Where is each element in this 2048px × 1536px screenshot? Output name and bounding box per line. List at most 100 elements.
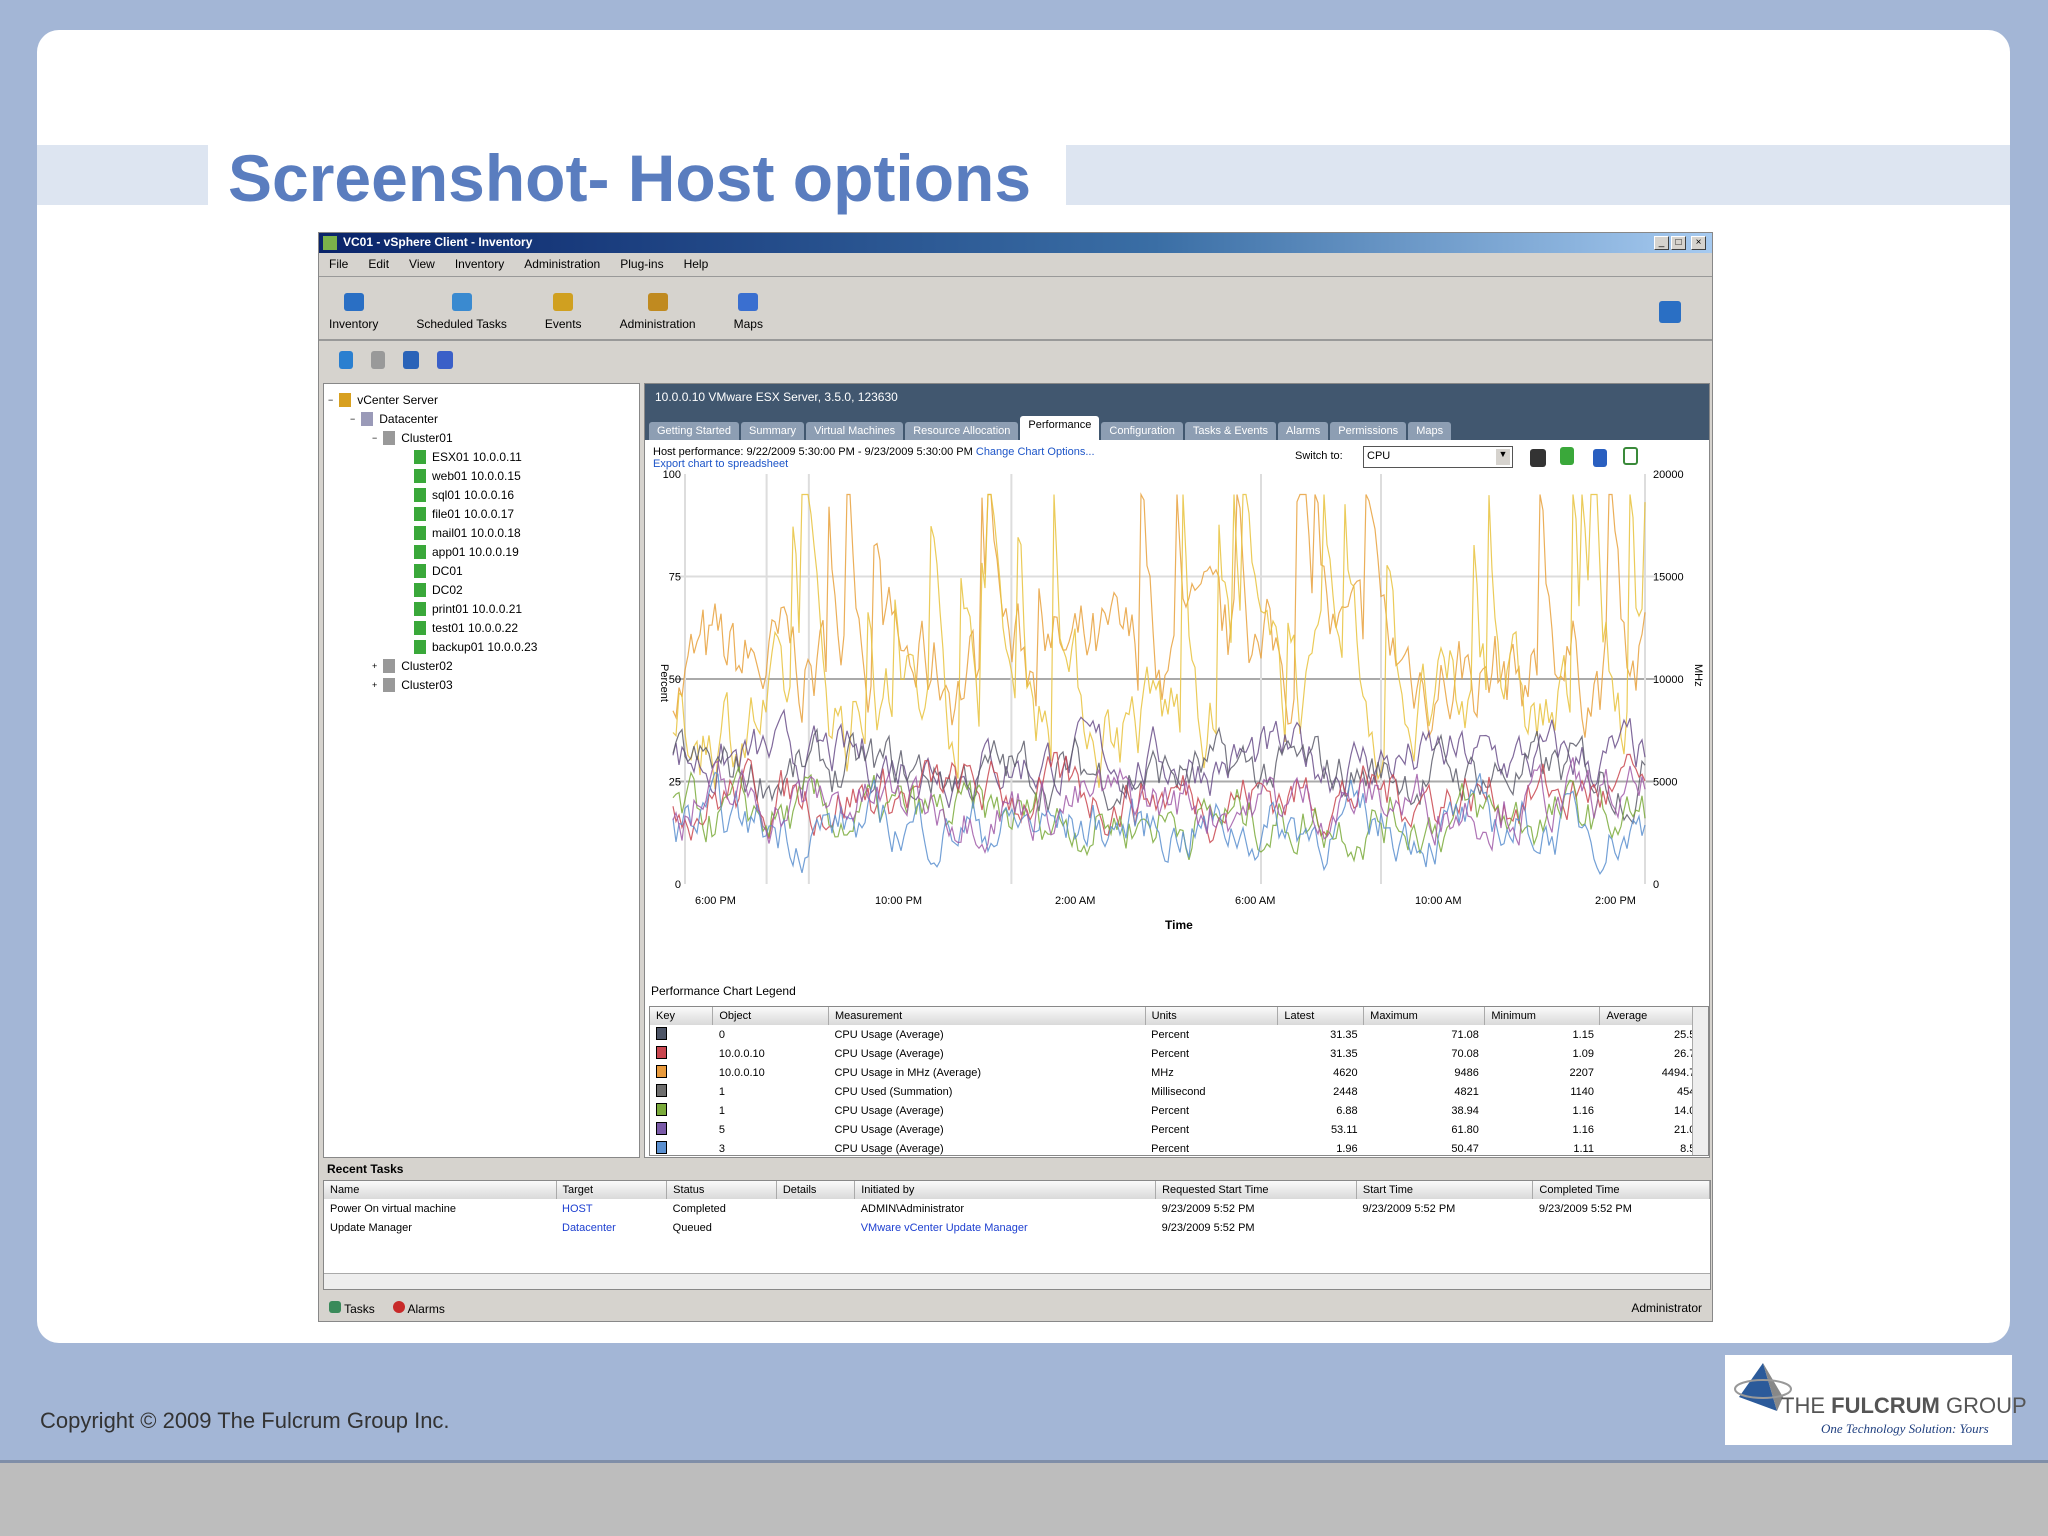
- legend-row[interactable]: 1 CPU Usage (Average) Percent 6.88 38.94 1.16…: [650, 1101, 1708, 1120]
- tab-permissions[interactable]: Permissions: [1330, 422, 1407, 440]
- tab-maps[interactable]: Maps: [1408, 422, 1452, 440]
- alarms-button[interactable]: Alarms: [392, 1301, 445, 1317]
- tree-item[interactable]: − Cluster01: [328, 428, 635, 447]
- tree-item[interactable]: app01 10.0.0.19: [328, 542, 635, 561]
- toolbar-events[interactable]: Events: [545, 293, 582, 331]
- refresh-icon[interactable]: [437, 351, 453, 369]
- toolbar-administration[interactable]: Administration: [620, 293, 696, 331]
- tree-item[interactable]: + Cluster03: [328, 675, 635, 694]
- minimize-button[interactable]: _: [1654, 236, 1669, 250]
- task-column-header[interactable]: Status: [666, 1181, 777, 1199]
- tab-configuration[interactable]: Configuration: [1101, 422, 1183, 440]
- menu-view[interactable]: View: [409, 257, 435, 272]
- legend-column-header[interactable]: Key: [650, 1007, 714, 1025]
- tree-item[interactable]: test01 10.0.0.22: [328, 618, 635, 637]
- task-row[interactable]: Power On virtual machine HOST Completed ADM…: [324, 1199, 1710, 1218]
- legend-key: [650, 1044, 713, 1063]
- legend-row[interactable]: 0 CPU Usage (Average) Percent 31.35 71.08 1.1…: [650, 1025, 1708, 1044]
- tree-item[interactable]: DC02: [328, 580, 635, 599]
- task-column-header[interactable]: Completed Time: [1532, 1181, 1710, 1199]
- y-right-axis-label: MHz: [1692, 664, 1704, 687]
- legend-row[interactable]: 10.0.0.10 CPU Usage in MHz (Average) MHz 46…: [650, 1063, 1708, 1082]
- task-column-header[interactable]: Initiated by: [854, 1181, 1157, 1199]
- task-column-header[interactable]: Target: [556, 1181, 668, 1199]
- legend-column-header[interactable]: Measurement: [828, 1007, 1146, 1025]
- tab-performance[interactable]: Performance: [1020, 416, 1100, 440]
- legend-object: 5: [718, 1123, 725, 1136]
- task-initiated-by: VMware vCenter Update Manager: [860, 1221, 1028, 1234]
- toolbar-scheduled-tasks[interactable]: Scheduled Tasks: [416, 293, 507, 331]
- expand-icon[interactable]: +: [372, 661, 377, 671]
- legend-scrollbar[interactable]: [1692, 1007, 1708, 1155]
- nav-bar: [319, 345, 1712, 375]
- tree-item[interactable]: + Cluster02: [328, 656, 635, 675]
- slide-title: Screenshot- Host options: [228, 141, 1032, 215]
- tab-tasks-events[interactable]: Tasks & Events: [1184, 422, 1277, 440]
- menu-edit[interactable]: Edit: [368, 257, 389, 272]
- tree-item[interactable]: web01 10.0.0.15: [328, 466, 635, 485]
- y-left-tick: 75: [669, 572, 681, 584]
- tab-summary[interactable]: Summary: [741, 422, 805, 440]
- legend-row[interactable]: 10.0.0.10 CPU Usage (Average) Percent 31.35…: [650, 1044, 1708, 1063]
- add-host-icon[interactable]: [403, 351, 419, 369]
- toolbar-label: Events: [544, 317, 582, 331]
- tree-item[interactable]: DC01: [328, 561, 635, 580]
- expand-icon[interactable]: −: [372, 433, 377, 443]
- toolbar-inventory[interactable]: Inventory: [329, 293, 378, 331]
- menu-help[interactable]: Help: [684, 257, 709, 272]
- tree-item[interactable]: mail01 10.0.0.18: [328, 523, 635, 542]
- task-column-header[interactable]: Name: [324, 1181, 557, 1199]
- tree-item[interactable]: backup01 10.0.0.23: [328, 637, 635, 656]
- inventory-tree: − vCenter Server − Datacenter − Cluster01 ESX0…: [323, 383, 640, 1158]
- tree-item[interactable]: file01 10.0.0.17: [328, 504, 635, 523]
- tasks-button[interactable]: Tasks: [329, 1301, 375, 1317]
- x-tick: 10:00 PM: [875, 895, 922, 907]
- tree-item[interactable]: − Datacenter: [328, 409, 635, 428]
- task-row[interactable]: Update Manager Datacenter Queued VMware vCe…: [324, 1218, 1710, 1237]
- legend-measurement: CPU Usage in MHz (Average): [834, 1066, 981, 1079]
- change-chart-options-link[interactable]: Change Chart Options...: [976, 446, 1095, 458]
- tab-virtual-machines[interactable]: Virtual Machines: [806, 422, 904, 440]
- task-details: [776, 1218, 854, 1237]
- tab-getting-started[interactable]: Getting Started: [649, 422, 739, 440]
- expand-icon[interactable]: +: [372, 680, 377, 690]
- menu-file[interactable]: File: [329, 257, 348, 272]
- menu-inventory[interactable]: Inventory: [455, 257, 504, 272]
- tab-resource-allocation[interactable]: Resource Allocation: [905, 422, 1019, 440]
- task-column-header[interactable]: Details: [776, 1181, 856, 1199]
- tree-item-label: ESX01 10.0.0.11: [432, 449, 522, 464]
- legend-maximum: 70.08: [1451, 1047, 1479, 1060]
- legend-column-header[interactable]: Object: [712, 1007, 829, 1025]
- tree-item[interactable]: sql01 10.0.0.16: [328, 485, 635, 504]
- popout-icon[interactable]: [1623, 447, 1638, 465]
- toolbar-label: Inventory: [329, 317, 379, 331]
- tree-item[interactable]: − vCenter Server: [328, 390, 635, 409]
- menu-administration[interactable]: Administration: [524, 257, 600, 272]
- forward-icon[interactable]: [371, 351, 385, 369]
- footer-bar: [0, 1460, 2048, 1536]
- toolbar-label: Scheduled Tasks: [416, 317, 507, 331]
- task-column-header[interactable]: Requested Start Time: [1155, 1181, 1357, 1199]
- legend-column-header[interactable]: Units: [1145, 1007, 1279, 1025]
- legend-maximum: 9486: [1454, 1066, 1479, 1079]
- tree-item[interactable]: print01 10.0.0.21: [328, 599, 635, 618]
- legend-row[interactable]: 5 CPU Usage (Average) Percent 53.11 61.80 1.1…: [650, 1120, 1708, 1139]
- maximize-button[interactable]: □: [1671, 236, 1686, 250]
- tasks-scrollbar[interactable]: [324, 1273, 1710, 1289]
- tree-item[interactable]: ESX01 10.0.0.11: [328, 447, 635, 466]
- refresh-chart-icon[interactable]: [1560, 447, 1574, 465]
- expand-icon[interactable]: −: [328, 395, 333, 405]
- task-column-header[interactable]: Start Time: [1356, 1181, 1534, 1199]
- expand-icon[interactable]: −: [350, 414, 355, 424]
- legend-row[interactable]: 3 CPU Usage (Average) Percent 1.96 50.47 1.11…: [650, 1139, 1708, 1155]
- menu-plug-ins[interactable]: Plug-ins: [620, 257, 663, 272]
- close-button[interactable]: ×: [1691, 236, 1706, 250]
- back-icon[interactable]: [339, 351, 353, 369]
- legend-column-header[interactable]: Maximum: [1363, 1007, 1486, 1025]
- legend-row[interactable]: 1 CPU Used (Summation) Millisecond 2448 4821…: [650, 1082, 1708, 1101]
- tab-alarms[interactable]: Alarms: [1278, 422, 1329, 440]
- legend-column-header[interactable]: Minimum: [1484, 1007, 1601, 1025]
- legend-column-header[interactable]: Latest: [1277, 1007, 1365, 1025]
- toolbar-maps[interactable]: Maps: [734, 293, 763, 331]
- folder-icon: [339, 392, 352, 407]
